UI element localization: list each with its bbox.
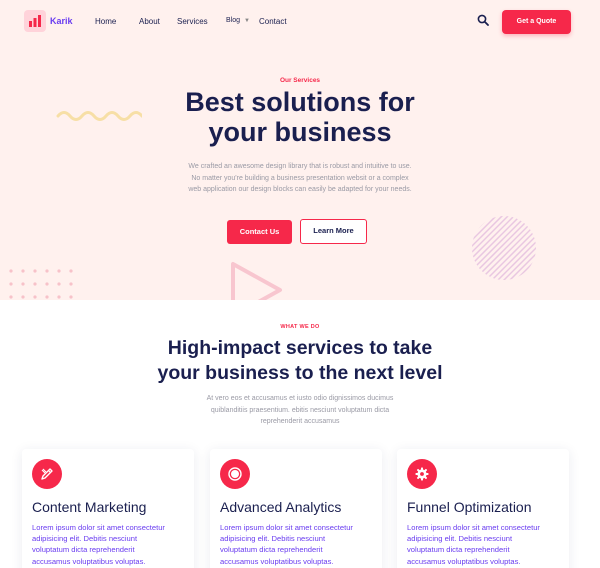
hero-subtitle-line-2: No matter you're building a business pre… [191,174,409,182]
top-navbar: Karik Home About Services Blog ▼ Contact… [0,0,600,44]
card-description-line: accusamus voluptatibus voluptas. [407,556,521,566]
contact-us-button[interactable]: Contact Us [227,220,292,244]
get-a-quote-button[interactable]: Get a Quote [502,10,571,34]
decor-dot [33,282,37,286]
chevron-down-icon: ▼ [244,18,250,24]
decor-dot [45,282,49,286]
nav-services[interactable]: Services [177,17,208,26]
card-description-line: adipisicing elit. Debitis nesciunt [407,534,513,544]
decor-stripe [472,216,511,280]
dot-grid-decoration [9,269,73,299]
decor-dot [9,282,13,286]
card-title: Advanced Analytics [220,499,342,515]
decor-dot [45,269,49,273]
hero-title-line-2: your business [208,117,392,147]
card-description: Lorem ipsum dolor sit amet consectetur a… [407,522,567,567]
hero-title-line-1: Best solutions for [185,87,415,117]
card-description-line: accusamus voluptatibus voluptas. [220,556,334,566]
card-title: Funnel Optimization [407,499,532,515]
play-icon[interactable] [228,258,286,300]
card-description-line: voluptatum dicta reprehenderit [407,545,510,555]
card-title: Content Marketing [32,499,147,515]
search-icon[interactable] [477,14,489,26]
decor-stripe [501,216,536,280]
decor-dot [33,269,37,273]
card-description-line: Lorem ipsum dolor sit amet consectetur [32,523,165,532]
hero-subtitle-line-1: We crafted an awesome design library tha… [188,163,412,170]
decor-dot [57,295,61,299]
decor-dot [57,269,61,273]
service-card-content-marketing[interactable]: Content Marketing Lorem ipsum dolor sit … [22,449,194,568]
services-eyebrow: WHAT WE DO [280,324,320,330]
decor-dot [69,295,73,299]
decor-dot [45,295,49,299]
hero-title: Best solutions for your business [100,87,500,147]
nav-about[interactable]: About [139,17,160,26]
decor-dot [69,269,73,273]
card-description-line: adipisicing elit. Debitis nesciunt [32,534,138,544]
services-title-line-2: your business to the next level [157,362,443,384]
hero-subtitle-line-3: web application our design blocks can ea… [188,186,412,193]
card-description-line: accusamus voluptatibus voluptas. [32,556,146,566]
services-subtitle: At vero eos et accusamus et iusto odio d… [170,393,430,428]
nav-contact[interactable]: Contact [259,17,287,26]
decor-stripe [525,216,536,280]
decor-dot [21,282,25,286]
hero-subtitle: We crafted an awesome design library tha… [155,161,445,196]
decor-dot [69,282,73,286]
card-description-line: adipisicing elit. Debitis nesciunt [220,534,326,544]
card-description-line: Lorem ipsum dolor sit amet consectetur [220,523,353,532]
card-description: Lorem ipsum dolor sit amet consectetur a… [220,522,380,567]
decor-stripe [472,216,487,280]
hero-eyebrow: Our Services [279,77,321,84]
gear-icon [407,459,437,489]
card-description-line: voluptatum dicta reprehenderit [220,545,323,555]
services-subtitle-line-3: reprehenderit accusamus [260,418,340,425]
decor-dot [21,269,25,273]
decor-dot [33,295,37,299]
card-description-line: Lorem ipsum dolor sit amet consectetur [407,523,540,532]
card-description: Lorem ipsum dolor sit amet consectetur a… [32,522,192,567]
hero-section: Karik Home About Services Blog ▼ Contact… [0,0,600,300]
striped-circle-decoration [472,216,536,280]
nav-home[interactable]: Home [95,17,116,26]
decor-dot [9,295,13,299]
pen-ruler-icon [32,459,62,489]
nav-blog[interactable]: Blog [226,17,240,24]
learn-more-button[interactable]: Learn More [300,219,367,244]
brand-name[interactable]: Karik [50,16,73,26]
decor-stripe [472,216,523,280]
services-title-line-1: High-impact services to take [167,337,433,359]
services-subtitle-line-2: quiblanditiis praesentium. ebitis nesciu… [210,406,390,414]
target-circle-icon [220,459,250,489]
service-card-funnel-optimization[interactable]: Funnel Optimization Lorem ipsum dolor si… [397,449,569,568]
bar-chart-logo-icon[interactable] [24,10,46,32]
service-card-advanced-analytics[interactable]: Advanced Analytics Lorem ipsum dolor sit… [210,449,382,568]
services-subtitle-line-1: At vero eos et accusamus et iusto odio d… [206,395,394,402]
services-title: High-impact services to take your busine… [110,336,490,386]
decor-dot [21,295,25,299]
card-description-line: voluptatum dicta reprehenderit [32,545,135,555]
decor-dot [57,282,61,286]
decor-dot [9,269,13,273]
decor-stripe [472,216,475,280]
